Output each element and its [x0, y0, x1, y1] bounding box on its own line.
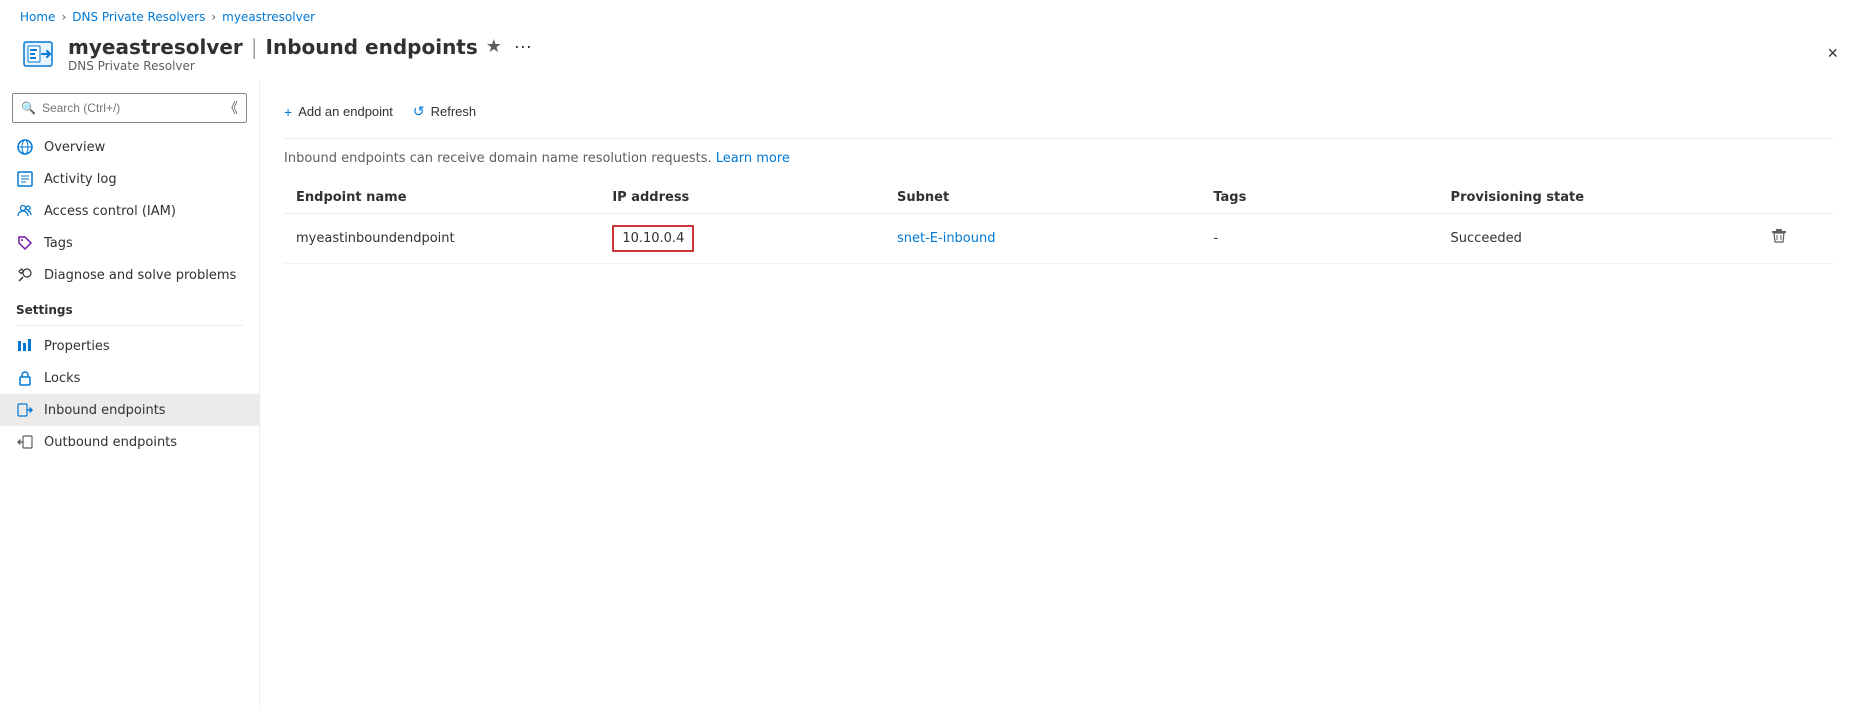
subnet-link[interactable]: snet-E-inbound: [897, 231, 996, 246]
sidebar-item-access-control[interactable]: Access control (IAM): [0, 195, 259, 227]
sidebar-item-locks[interactable]: Locks: [0, 362, 259, 394]
ip-address-value: 10.10.0.4: [612, 225, 694, 252]
breadcrumb: Home › DNS Private Resolvers › myeastres…: [0, 0, 1858, 30]
info-bar: Inbound endpoints can receive domain nam…: [284, 151, 1834, 166]
breadcrumb-dns-private-resolvers[interactable]: DNS Private Resolvers: [72, 10, 205, 24]
refresh-icon: ↺: [413, 103, 425, 120]
sidebar-label-locks: Locks: [44, 371, 80, 386]
endpoint-name-cell: myeastinboundendpoint: [284, 214, 600, 264]
col-header-subnet: Subnet: [885, 182, 1201, 214]
refresh-button[interactable]: ↺ Refresh: [413, 97, 488, 126]
collapse-sidebar-button[interactable]: 《: [224, 98, 238, 118]
main-content: + Add an endpoint ↺ Refresh Inbound endp…: [260, 81, 1858, 706]
col-header-actions: [1755, 182, 1834, 214]
activity-icon: [16, 170, 34, 188]
outbound-icon: [16, 433, 34, 451]
settings-divider: [16, 325, 243, 326]
delete-icon: [1771, 228, 1787, 244]
main-layout: 🔍 《 Overview Activity log Access control…: [0, 81, 1858, 706]
sidebar-label-diagnose: Diagnose and solve problems: [44, 268, 236, 283]
subnet-cell: snet-E-inbound: [885, 214, 1201, 264]
delete-endpoint-button[interactable]: [1767, 224, 1791, 253]
search-box[interactable]: 🔍 《: [12, 93, 247, 123]
search-icon: 🔍: [21, 101, 36, 115]
col-header-provisioning-state: Provisioning state: [1439, 182, 1755, 214]
settings-section-label: Settings: [0, 291, 259, 321]
globe-icon: [16, 138, 34, 156]
refresh-label: Refresh: [431, 104, 477, 119]
sidebar-item-properties[interactable]: Properties: [0, 330, 259, 362]
resource-icon: [20, 36, 56, 72]
sidebar-label-properties: Properties: [44, 339, 110, 354]
provisioning-state-cell: Succeeded: [1439, 214, 1755, 264]
header-titles: myeastresolver | Inbound endpoints ★ ···…: [68, 34, 1815, 73]
actions-cell: [1755, 214, 1834, 264]
table-body: myeastinboundendpoint 10.10.0.4 snet-E-i…: [284, 214, 1834, 264]
table-row: myeastinboundendpoint 10.10.0.4 snet-E-i…: [284, 214, 1834, 264]
add-endpoint-label: Add an endpoint: [298, 104, 393, 119]
endpoint-name-value: myeastinboundendpoint: [296, 231, 455, 246]
close-button[interactable]: ×: [1827, 43, 1838, 64]
table-header: Endpoint name IP address Subnet Tags Pro…: [284, 182, 1834, 214]
tag-icon: [16, 234, 34, 252]
sidebar-item-activity-log[interactable]: Activity log: [0, 163, 259, 195]
sidebar-item-tags[interactable]: Tags: [0, 227, 259, 259]
sidebar-label-tags: Tags: [44, 236, 73, 251]
sidebar-label-activity-log: Activity log: [44, 172, 117, 187]
breadcrumb-home[interactable]: Home: [20, 10, 55, 24]
add-endpoint-button[interactable]: + Add an endpoint: [284, 98, 405, 126]
col-header-ip-address: IP address: [600, 182, 885, 214]
sidebar-label-inbound-endpoints: Inbound endpoints: [44, 403, 166, 418]
resource-name: myeastresolver: [68, 35, 243, 59]
learn-more-link[interactable]: Learn more: [716, 151, 790, 166]
info-text: Inbound endpoints can receive domain nam…: [284, 151, 712, 166]
page-title: Inbound endpoints: [266, 35, 478, 59]
sidebar: 🔍 《 Overview Activity log Access control…: [0, 81, 260, 706]
toolbar: + Add an endpoint ↺ Refresh: [284, 97, 1834, 139]
page-header: myeastresolver | Inbound endpoints ★ ···…: [0, 30, 1858, 81]
properties-icon: [16, 337, 34, 355]
people-icon: [16, 202, 34, 220]
sidebar-label-access-control: Access control (IAM): [44, 204, 176, 219]
ip-address-cell: 10.10.0.4: [600, 214, 885, 264]
add-icon: +: [284, 104, 292, 120]
sidebar-item-overview[interactable]: Overview: [0, 131, 259, 163]
tags-cell: -: [1201, 214, 1438, 264]
endpoints-table: Endpoint name IP address Subnet Tags Pro…: [284, 182, 1834, 264]
tags-value: -: [1213, 231, 1218, 246]
breadcrumb-resolver[interactable]: myeastresolver: [222, 10, 315, 24]
resource-subtitle: DNS Private Resolver: [68, 59, 1815, 73]
lock-icon: [16, 369, 34, 387]
wrench-icon: [16, 266, 34, 284]
provisioning-state-value: Succeeded: [1451, 231, 1522, 246]
sidebar-item-diagnose[interactable]: Diagnose and solve problems: [0, 259, 259, 291]
inbound-icon: [16, 401, 34, 419]
page-heading: myeastresolver | Inbound endpoints ★ ···: [68, 34, 1815, 59]
more-options-button[interactable]: ···: [510, 34, 536, 59]
sidebar-label-outbound-endpoints: Outbound endpoints: [44, 435, 177, 450]
col-header-tags: Tags: [1201, 182, 1438, 214]
sidebar-label-overview: Overview: [44, 140, 105, 155]
search-input[interactable]: [42, 101, 214, 115]
favorite-star[interactable]: ★: [486, 36, 502, 57]
sidebar-item-inbound-endpoints[interactable]: Inbound endpoints: [0, 394, 259, 426]
col-header-endpoint-name: Endpoint name: [284, 182, 600, 214]
sidebar-item-outbound-endpoints[interactable]: Outbound endpoints: [0, 426, 259, 458]
